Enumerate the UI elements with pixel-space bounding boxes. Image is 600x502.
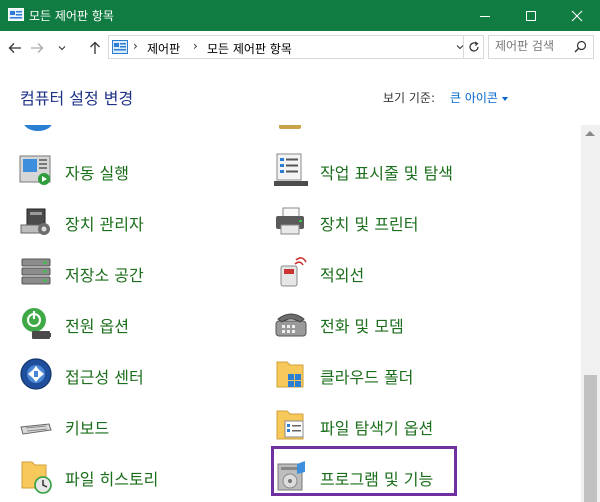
item-label[interactable]: 키보드: [65, 415, 109, 439]
partial-item-icon: [24, 125, 52, 131]
partial-item-icon: [279, 125, 301, 129]
item-label[interactable]: 접근성 센터: [65, 364, 144, 388]
minimize-button[interactable]: [462, 0, 508, 31]
back-button[interactable]: [6, 39, 24, 57]
infrared-icon: [280, 257, 307, 287]
arrow-up-icon: [90, 41, 100, 54]
file-history-icon: [21, 461, 52, 494]
close-icon: [571, 10, 583, 21]
highlight-box: [271, 446, 457, 496]
file-explorer-options-icon: [276, 410, 304, 440]
navigation-bar: › 제어판 › 모든 제어판 항목: [0, 31, 600, 65]
content-header: 컴퓨터 설정 변경 보기 기준: 큰 아이콘: [0, 65, 600, 125]
power-options-icon: [22, 308, 51, 339]
taskbar-icon: [274, 153, 308, 186]
vertical-scrollbar[interactable]: [581, 125, 600, 502]
scroll-up-icon[interactable]: [585, 131, 595, 136]
up-button[interactable]: [86, 39, 104, 57]
forward-button[interactable]: [28, 39, 46, 57]
caret-down-icon[interactable]: [501, 96, 508, 101]
window-title: 모든 제어판 항목: [29, 9, 114, 23]
item-label[interactable]: 클라우드 폴더: [320, 364, 413, 388]
control-panel-icon: [112, 40, 128, 54]
printer-icon: [276, 207, 304, 235]
minimize-icon: [480, 15, 490, 17]
item-label[interactable]: 전화 및 모뎀: [320, 313, 404, 337]
item-label[interactable]: 파일 히스토리: [65, 466, 158, 490]
item-label[interactable]: 장치 관리자: [65, 211, 144, 235]
search-box[interactable]: [488, 35, 594, 59]
device-manager-icon: [20, 208, 50, 235]
control-panel-app-icon: [8, 8, 24, 21]
breadcrumb-all-items[interactable]: 모든 제어판 항목: [207, 40, 292, 57]
item-label[interactable]: 전원 옵션: [65, 313, 129, 337]
item-label[interactable]: 장치 및 프린터: [320, 211, 419, 235]
search-input[interactable]: [495, 39, 567, 53]
refresh-icon: [468, 41, 479, 52]
scrollbar-thumb[interactable]: [584, 375, 597, 502]
control-panel-window: 모든 제어판 항목 › 제어판 › 모든 제어판 항목 제어판 검색 컴퓨터 설…: [0, 0, 600, 502]
item-label[interactable]: 작업 표시줄 및 탐색: [320, 160, 453, 184]
item-label[interactable]: 저장소 공간: [65, 262, 144, 286]
ease-of-access-icon: [20, 358, 52, 390]
item-label[interactable]: 파일 탐색기 옵션: [320, 415, 433, 439]
address-bar[interactable]: › 제어판 › 모든 제어판 항목: [108, 35, 484, 59]
autoplay-icon: [19, 155, 51, 185]
view-by-value[interactable]: 큰 아이콘: [450, 91, 498, 105]
close-button[interactable]: [554, 0, 600, 31]
breadcrumb-separator-icon[interactable]: ›: [133, 39, 138, 53]
item-label[interactable]: 자동 실행: [65, 160, 129, 184]
recent-locations-button[interactable]: [53, 39, 71, 57]
arrow-right-icon: [31, 43, 44, 53]
phone-modem-icon: [275, 313, 307, 337]
arrow-left-icon: [8, 43, 21, 53]
breadcrumb-control-panel[interactable]: 제어판: [147, 40, 180, 57]
item-label[interactable]: 적외선: [320, 262, 364, 286]
keyboard-icon: [20, 423, 52, 435]
search-icon[interactable]: [574, 40, 587, 53]
work-folders-icon: [276, 361, 304, 388]
breadcrumb-separator-icon[interactable]: ›: [193, 39, 198, 53]
view-by-label: 보기 기준:: [383, 91, 436, 105]
refresh-button[interactable]: [463, 35, 484, 59]
title-bar[interactable]: 모든 제어판 항목: [0, 0, 600, 31]
maximize-icon: [526, 10, 536, 21]
chevron-down-icon: [58, 46, 66, 51]
page-heading: 컴퓨터 설정 변경: [20, 89, 134, 108]
view-by-dropdown[interactable]: 큰 아이콘: [450, 89, 508, 106]
storage-spaces-icon: [21, 258, 51, 285]
maximize-button[interactable]: [508, 0, 554, 31]
items-grid: 자동 실행 작업 표시줄 및 탐색 장치 관리자 장치 및 프린터 저장소 공간…: [0, 125, 581, 502]
